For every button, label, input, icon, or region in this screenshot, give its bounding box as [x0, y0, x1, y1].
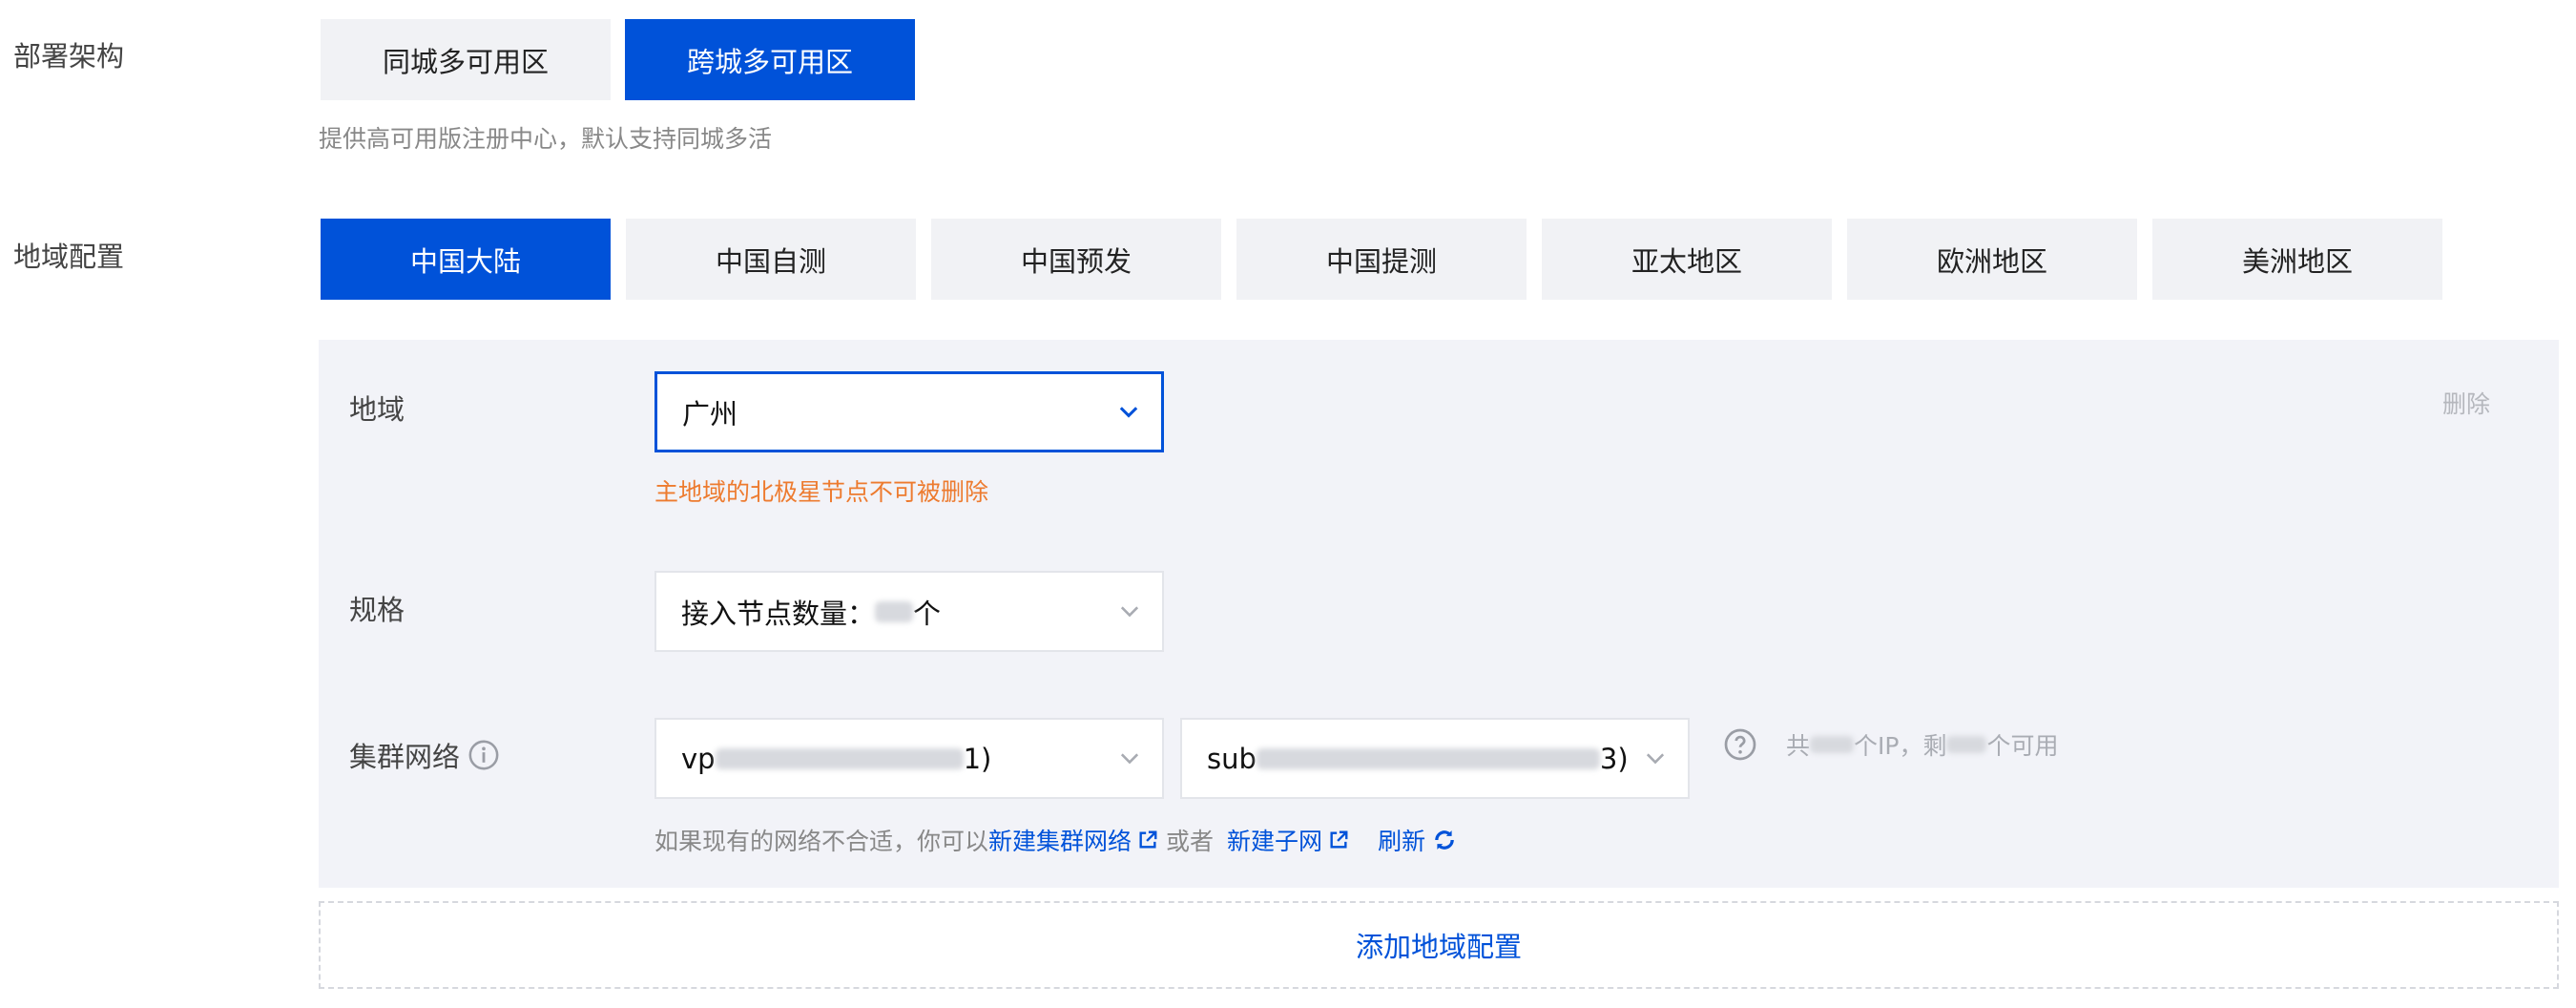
network-help: 如果现有的网络不合适，你可以 新建集群网络 或者 新建子网 刷新: [654, 823, 1458, 857]
region-label: 地域: [349, 393, 405, 426]
subnet-select[interactable]: sub 3): [1180, 718, 1690, 799]
spec-suffix: 个: [913, 597, 942, 630]
spec-count-redacted: [875, 600, 914, 622]
vpc-select[interactable]: vp 1): [654, 718, 1164, 799]
region-tab-americas[interactable]: 美洲地区: [2152, 219, 2442, 300]
deploy-option-cross-city[interactable]: 跨城多可用区: [625, 19, 915, 100]
chevron-down-icon: [1119, 406, 1138, 418]
add-region-config-button[interactable]: 添加地域配置: [319, 901, 2559, 989]
spec-select[interactable]: 接入节点数量： 个: [654, 571, 1164, 652]
region-tab-submit-test[interactable]: 中国提测: [1236, 219, 1527, 300]
or-text: 或者: [1166, 828, 1215, 855]
region-config-label: 地域配置: [13, 241, 125, 273]
subnet-prefix: sub: [1207, 742, 1257, 775]
chevron-down-icon: [1120, 605, 1139, 617]
deploy-hint: 提供高可用版注册中心，默认支持同城多活: [319, 125, 773, 153]
chevron-down-icon: [1120, 752, 1139, 764]
vpc-id-redacted: [715, 747, 964, 769]
spec-prefix: 接入节点数量：: [681, 597, 876, 630]
ip-text-3: 个可用: [1986, 732, 2059, 760]
ip-text-1: 共: [1786, 732, 1811, 760]
refresh-link[interactable]: 刷新: [1378, 823, 1425, 857]
network-label: 集群网络: [349, 735, 500, 775]
refresh-icon[interactable]: [1431, 827, 1458, 853]
deploy-label: 部署架构: [13, 40, 125, 73]
region-warning: 主地域的北极星节点不可被删除: [654, 478, 989, 506]
region-tab-europe[interactable]: 欧洲地区: [1847, 219, 2137, 300]
region-tab-pre-release[interactable]: 中国预发: [931, 219, 1221, 300]
subnet-id-redacted: [1256, 747, 1600, 769]
new-cluster-network-link[interactable]: 新建集群网络: [988, 823, 1132, 857]
subnet-suffix: 3): [1599, 742, 1629, 775]
ip-total-redacted: [1810, 736, 1855, 753]
new-subnet-link[interactable]: 新建子网: [1227, 823, 1322, 857]
vpc-prefix: vp: [681, 742, 716, 775]
network-help-text: 如果现有的网络不合适，你可以: [654, 828, 989, 855]
help-circle-icon[interactable]: [1723, 727, 1757, 762]
ip-text-2: 个IP，剩: [1854, 732, 1947, 760]
vpc-suffix: 1): [963, 742, 992, 775]
region-tab-mainland[interactable]: 中国大陆: [321, 219, 611, 300]
region-select-value: 广州: [682, 397, 738, 430]
external-link-icon[interactable]: [1137, 830, 1158, 850]
ip-availability: 共 个IP，剩 个可用: [1723, 727, 2058, 762]
delete-button[interactable]: 删除: [2442, 386, 2490, 420]
ip-remaining-redacted: [1946, 736, 1987, 753]
chevron-down-icon: [1646, 752, 1665, 764]
external-link-icon[interactable]: [1328, 830, 1349, 850]
region-select[interactable]: 广州: [654, 371, 1164, 452]
deploy-option-same-city[interactable]: 同城多可用区: [321, 19, 611, 100]
region-tab-asia-pacific[interactable]: 亚太地区: [1542, 219, 1832, 300]
spec-label: 规格: [349, 594, 405, 626]
info-icon[interactable]: [467, 739, 500, 771]
network-label-text: 集群网络: [349, 741, 461, 773]
region-tab-self-test[interactable]: 中国自测: [626, 219, 916, 300]
